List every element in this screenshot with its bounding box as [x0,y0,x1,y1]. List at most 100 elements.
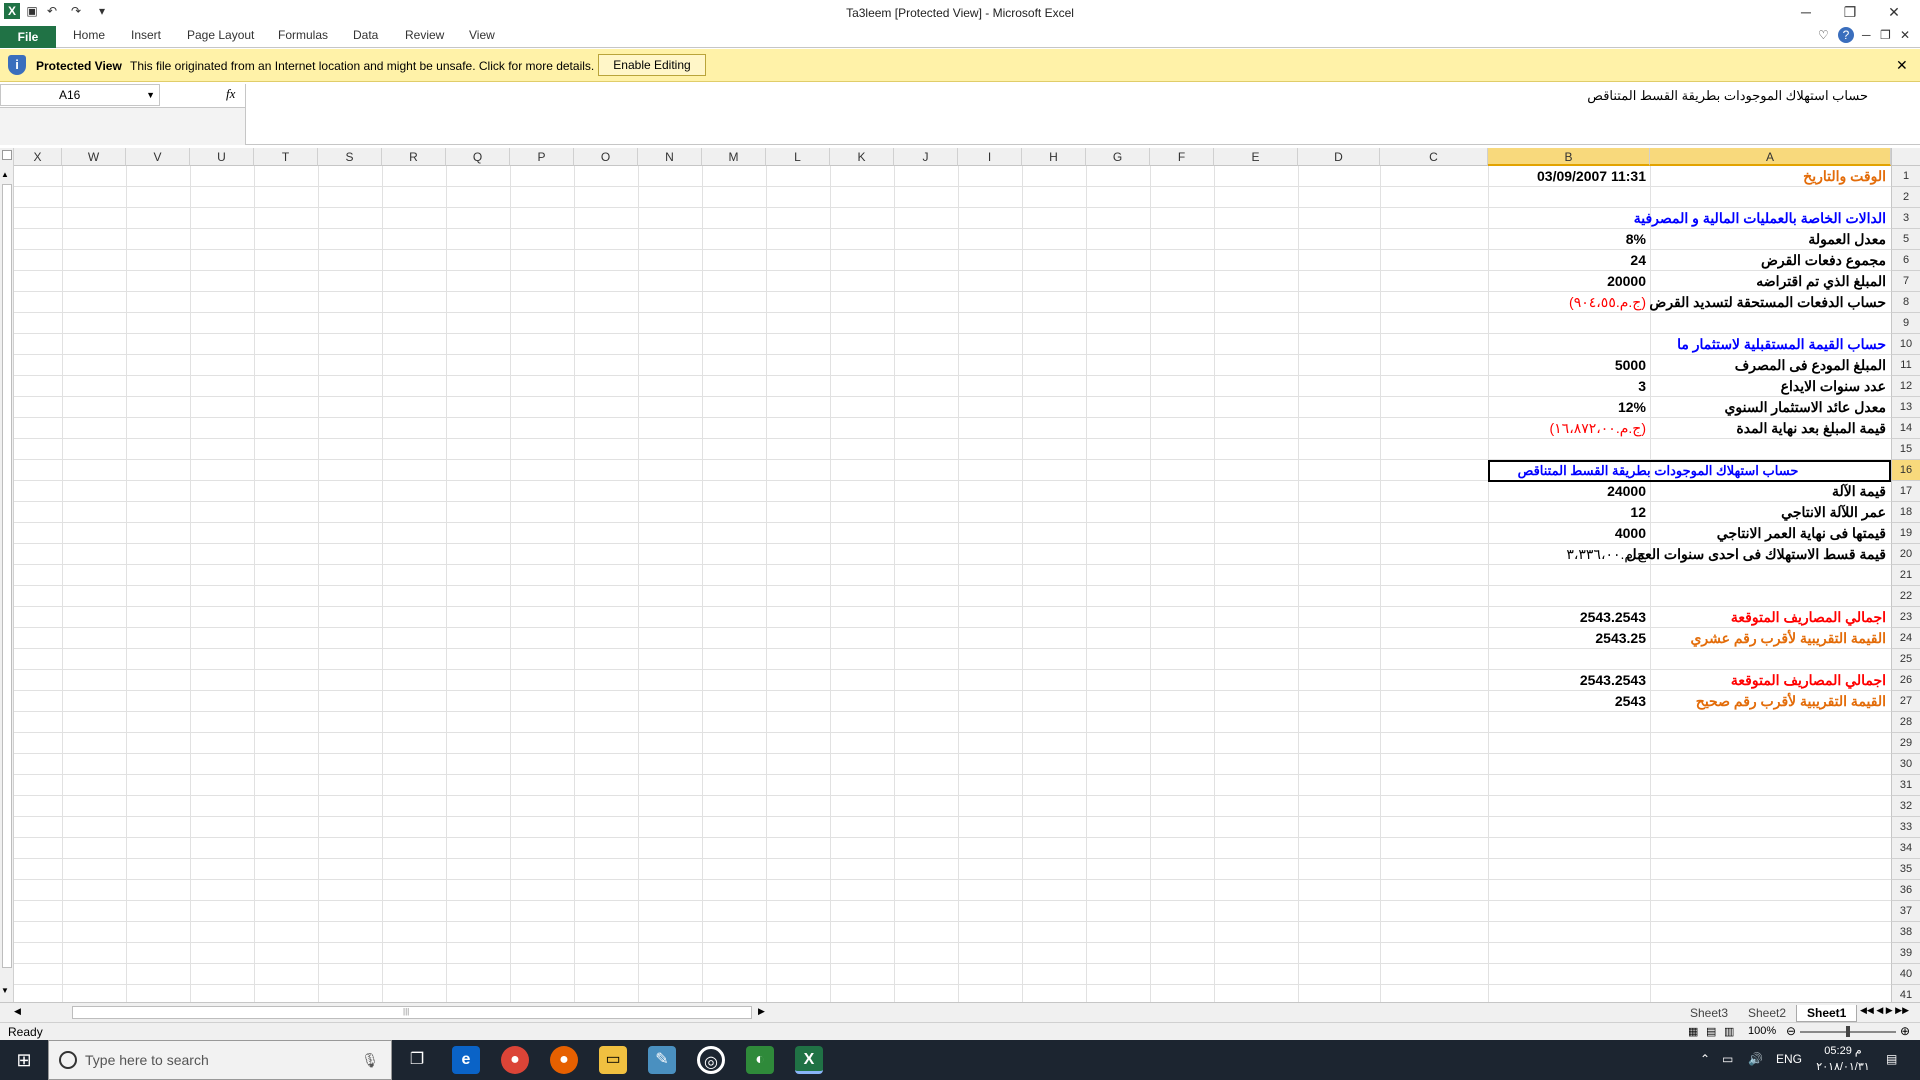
row-header-39[interactable]: 39 [1891,943,1920,964]
close-button[interactable]: ✕ [1872,0,1916,24]
tab-file[interactable]: File [0,26,56,48]
column-header-u[interactable]: U [190,148,254,166]
row-header-23[interactable]: 23 [1891,607,1920,628]
chevron-down-icon[interactable]: ▼ [146,85,155,105]
file-explorer-icon[interactable]: ▭ [599,1046,627,1074]
language-indicator[interactable]: ENG [1776,1052,1802,1066]
row-header-20[interactable]: 20 [1891,544,1920,565]
column-header-i[interactable]: I [958,148,1022,166]
column-header-t[interactable]: T [254,148,318,166]
row-header-3[interactable]: 3 [1891,208,1920,229]
worksheet-grid[interactable]: X W V U T S R Q P O N M L K J I H G F E … [0,148,1920,1008]
row-header-10[interactable]: 10 [1891,334,1920,355]
column-header-f[interactable]: F [1150,148,1214,166]
tab-home[interactable]: Home [73,28,105,42]
scroll-right-icon[interactable]: ▶ [758,1006,765,1017]
zoom-slider-knob[interactable] [1846,1026,1850,1037]
cell-a10[interactable]: حساب القيمة المستقبلية لاستثمار ما [1650,334,1890,355]
name-box[interactable]: A16 ▼ [0,84,160,106]
restore-button[interactable]: ❐ [1828,0,1872,24]
column-header-w[interactable]: W [62,148,126,166]
row-header-34[interactable]: 34 [1891,838,1920,859]
wb-close-icon[interactable]: ✕ [1900,28,1910,42]
row-header-28[interactable]: 28 [1891,712,1920,733]
cell-a23[interactable]: اجمالي المصاريف المتوقعة [1650,607,1890,628]
cell-a26[interactable]: اجمالي المصاريف المتوقعة [1650,670,1890,691]
row-header-30[interactable]: 30 [1891,754,1920,775]
view-page-layout-icon[interactable]: ▤ [1706,1025,1716,1038]
column-header-d[interactable]: D [1298,148,1380,166]
close-bar-icon[interactable]: ✕ [1896,57,1908,74]
chrome-icon[interactable]: ● [501,1046,529,1074]
minimize-button[interactable]: ─ [1784,0,1828,24]
map-app-icon[interactable]: ◐ [746,1046,774,1074]
cell-b1[interactable]: 03/09/2007 11:31 [1488,166,1650,187]
row-header-17[interactable]: 17 [1891,481,1920,502]
cell-a19[interactable]: قيمتها فى نهاية العمر الانتاجي [1650,523,1890,544]
row-header-25[interactable]: 25 [1891,649,1920,670]
column-header-c[interactable]: C [1380,148,1488,166]
row-header-16[interactable]: 16 [1891,460,1920,481]
row-header-21[interactable]: 21 [1891,565,1920,586]
select-all-corner[interactable] [1891,148,1920,166]
insert-function-icon[interactable]: fx [226,86,235,102]
cell-b19[interactable]: 4000 [1488,523,1650,544]
cell-b8[interactable]: (ج.م.‏٩٠٤،٥٥) [1488,292,1650,313]
cell-a27[interactable]: القيمة التقريبية لأقرب رقم صحيح [1650,691,1890,712]
horizontal-scrollbar[interactable]: ||| [72,1006,752,1019]
row-header-37[interactable]: 37 [1891,901,1920,922]
cell-b12[interactable]: 3 [1488,376,1650,397]
cell-a5[interactable]: معدل العمولة [1650,229,1890,250]
view-normal-icon[interactable]: ▦ [1688,1025,1698,1038]
windows-start-icon[interactable]: ⊞ [0,1040,48,1080]
column-header-l[interactable]: L [766,148,830,166]
tab-insert[interactable]: Insert [131,28,161,42]
row-header-18[interactable]: 18 [1891,502,1920,523]
cell-b6[interactable]: 24 [1488,250,1650,271]
cell-a6[interactable]: مجموع دفعات القرض [1650,250,1890,271]
tab-page-layout[interactable]: Page Layout [187,28,254,42]
edge-icon[interactable]: e [452,1046,480,1074]
row-header-12[interactable]: 12 [1891,376,1920,397]
tab-data[interactable]: Data [353,28,378,42]
column-header-p[interactable]: P [510,148,574,166]
ribbon-minimize-icon[interactable]: ♡ [1818,28,1829,42]
cell-b11[interactable]: 5000 [1488,355,1650,376]
column-header-x[interactable]: X [14,148,62,166]
cell-a3[interactable]: الدالات الخاصة بالعمليات المالية و المصر… [1634,208,1890,229]
row-header-36[interactable]: 36 [1891,880,1920,901]
column-header-n[interactable]: N [638,148,702,166]
cell-b20[interactable]: ج.م.‏٣،٣٣٦،٠٠ [1488,544,1650,565]
volume-icon[interactable]: 🔊 [1748,1052,1763,1066]
scroll-left-icon[interactable]: ◀ [14,1006,21,1017]
cell-b27[interactable]: 2543 [1488,691,1650,712]
column-header-k[interactable]: K [830,148,894,166]
cell-b7[interactable]: 20000 [1488,271,1650,292]
column-header-s[interactable]: S [318,148,382,166]
column-header-h[interactable]: H [1022,148,1086,166]
column-header-a[interactable]: A [1650,148,1891,166]
column-header-o[interactable]: O [574,148,638,166]
column-header-e[interactable]: E [1214,148,1298,166]
view-page-break-icon[interactable]: ▥ [1724,1025,1734,1038]
cell-a18[interactable]: عمر اللآلة الانتاجي [1650,502,1890,523]
row-header-7[interactable]: 7 [1891,271,1920,292]
firefox-icon[interactable]: ● [550,1046,578,1074]
column-header-g[interactable]: G [1086,148,1150,166]
tray-chevron-icon[interactable]: ⌃ [1700,1052,1710,1066]
row-header-1[interactable]: 1 [1891,166,1920,187]
sheet-nav-icons[interactable]: ◀◀ ◀ ▶ ▶▶ [1860,1005,1909,1016]
cell-a14[interactable]: قيمة المبلغ بعد نهاية المدة [1650,418,1890,439]
cell-a1[interactable]: الوقت والتاريخ [1650,166,1890,187]
column-header-b[interactable]: B [1488,148,1650,166]
wb-minimize-icon[interactable]: ─ [1862,28,1871,42]
row-header-31[interactable]: 31 [1891,775,1920,796]
zoom-level[interactable]: 100% [1748,1025,1776,1037]
wb-restore-icon[interactable]: ❐ [1880,28,1891,42]
row-header-29[interactable]: 29 [1891,733,1920,754]
tab-view[interactable]: View [469,28,495,42]
row-header-13[interactable]: 13 [1891,397,1920,418]
tab-review[interactable]: Review [405,28,444,42]
task-view-icon[interactable]: ❐ [403,1046,431,1074]
cell-b23[interactable]: 2543.2543 [1488,607,1650,628]
